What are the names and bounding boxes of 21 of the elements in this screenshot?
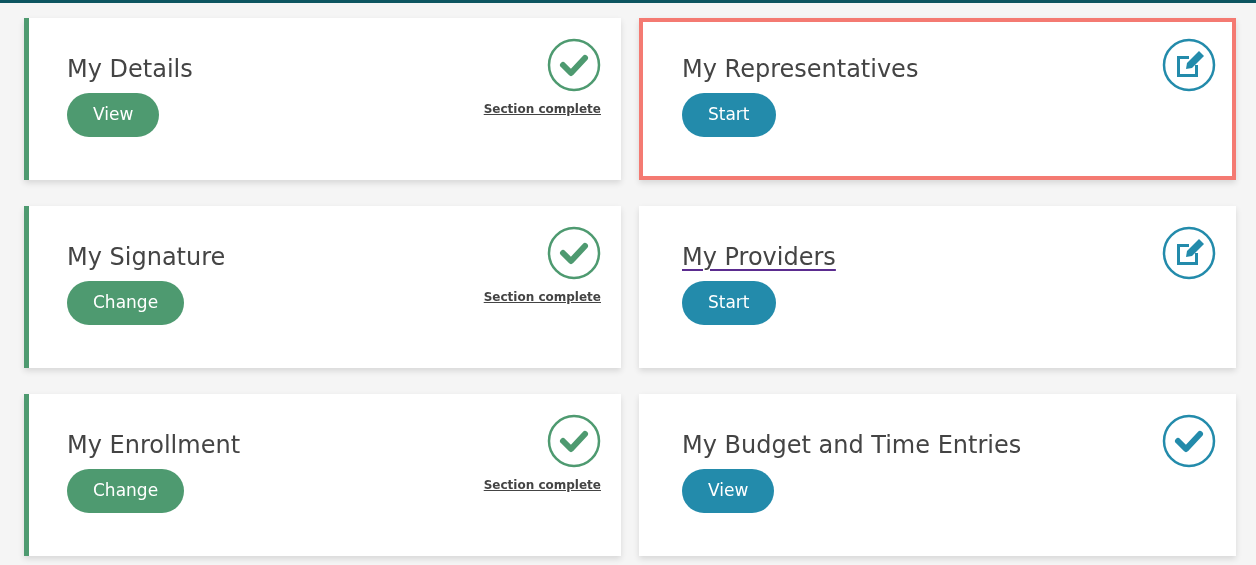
edit-icon xyxy=(1162,38,1216,92)
edit-icon xyxy=(1162,226,1216,280)
section-title: My Budget and Time Entries xyxy=(682,430,1022,461)
check-circle-icon xyxy=(1162,414,1216,468)
section-title: My Enrollment xyxy=(67,430,241,461)
action-button[interactable]: Change xyxy=(67,469,185,514)
action-button[interactable]: Start xyxy=(682,281,776,326)
action-button[interactable]: View xyxy=(682,469,775,514)
section-complete-link[interactable]: Section complete xyxy=(483,476,601,494)
check-circle-icon xyxy=(547,38,601,92)
section-title: My Details xyxy=(67,54,193,85)
check-circle-icon xyxy=(547,414,601,468)
section-title-link[interactable]: My Providers xyxy=(682,242,836,274)
action-button[interactable]: View xyxy=(67,93,160,138)
section-complete-link[interactable]: Section complete xyxy=(483,100,601,118)
action-button[interactable]: Start xyxy=(682,93,776,138)
section-title: My Representatives xyxy=(682,54,919,85)
check-circle-icon xyxy=(547,226,601,280)
section-title: My Signature xyxy=(67,242,226,273)
section-complete-link[interactable]: Section complete xyxy=(483,288,601,306)
action-button[interactable]: Change xyxy=(67,281,185,326)
